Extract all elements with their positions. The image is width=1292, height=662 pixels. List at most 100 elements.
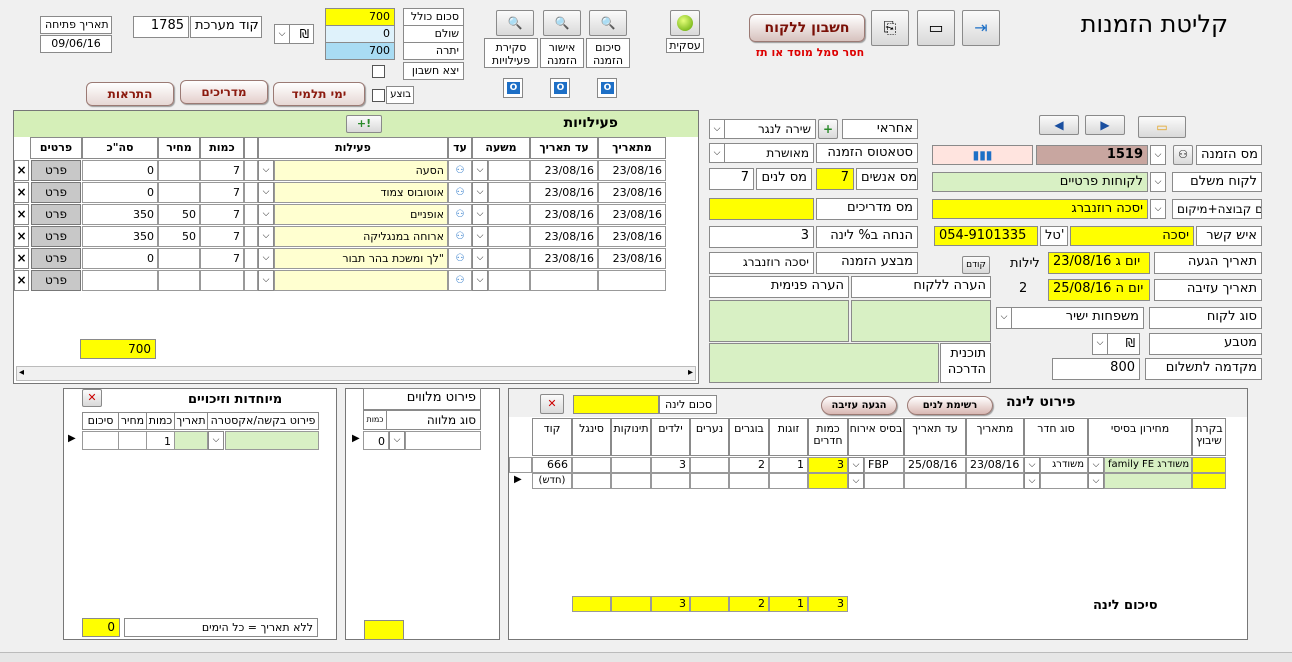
lodging-new-to-cell[interactable] <box>904 473 966 489</box>
details-button[interactable]: פרט <box>31 160 81 181</box>
sleepers-value[interactable]: 7 <box>709 168 754 190</box>
binoculars-icon[interactable]: ⚇ <box>1173 145 1193 165</box>
lodging-babies-cell[interactable] <box>611 457 651 473</box>
account-button[interactable]: חשבון ללקוח <box>749 14 865 42</box>
activity-qty[interactable]: 7 <box>200 248 244 269</box>
guide-plan-field[interactable] <box>709 343 939 383</box>
activity-name[interactable]: אופניים <box>274 204 448 225</box>
lodging-new-adults-cell[interactable] <box>729 473 769 489</box>
activity-to[interactable]: 23/08/16 <box>530 248 598 269</box>
chevron-down-icon[interactable]: ⌵ <box>848 457 864 473</box>
discount-value[interactable]: 3 <box>709 226 814 248</box>
activity-to[interactable]: 23/08/16 <box>530 160 598 181</box>
activity-price[interactable] <box>158 160 200 181</box>
companions-type-cell[interactable] <box>405 431 481 450</box>
lodging-new-room-cell[interactable] <box>1040 473 1088 489</box>
chevron-down-icon[interactable]: ⌵ <box>1150 199 1166 219</box>
chevron-down-icon[interactable]: ⌵ <box>258 204 274 225</box>
lodging-couples-cell[interactable]: 1 <box>769 457 808 473</box>
contacts-icon[interactable]: ▮▮▮ <box>932 145 1033 165</box>
activity-shift[interactable] <box>488 182 530 203</box>
extras-qty-cell[interactable]: 1 <box>146 431 175 450</box>
chevron-down-icon[interactable]: ⌵ <box>274 24 290 44</box>
internal-note-field[interactable] <box>709 300 849 342</box>
delete-row-icon[interactable]: × <box>14 270 29 291</box>
binoculars-icon[interactable]: ⚇ <box>448 182 472 203</box>
next-record-icon[interactable]: ▶ <box>1085 115 1125 135</box>
activity-name[interactable]: ארוחה במנגליקה <box>274 226 448 247</box>
chevron-down-icon[interactable]: ⌵ <box>848 473 864 489</box>
details-button[interactable]: פרט <box>31 226 81 247</box>
lodging-new-pricelist-cell[interactable] <box>1104 473 1192 489</box>
extras-price-cell[interactable] <box>118 431 147 450</box>
chevron-down-icon[interactable]: ⌵ <box>472 160 488 181</box>
lodging-teens-cell[interactable] <box>690 457 729 473</box>
horizontal-scrollbar[interactable]: ◂ ▸ <box>16 366 696 381</box>
chevron-down-icon[interactable]: ⌵ <box>1088 473 1104 489</box>
lodging-new-from-cell[interactable] <box>966 473 1024 489</box>
arrival-departure-button[interactable]: הגעה עזיבה <box>821 396 897 415</box>
binoculars-icon[interactable]: ⚇ <box>448 204 472 225</box>
chevron-down-icon[interactable]: ⌵ <box>258 270 274 291</box>
customer-note-field[interactable] <box>851 300 991 342</box>
activity-qty[interactable]: 7 <box>200 160 244 181</box>
lodging-new-babies-cell[interactable] <box>611 473 651 489</box>
activity-qty[interactable]: 7 <box>200 226 244 247</box>
activity-shift[interactable] <box>488 248 530 269</box>
companions-qty-cell[interactable]: 0 <box>363 431 389 450</box>
lodging-new-couples-cell[interactable] <box>769 473 808 489</box>
chevron-down-icon[interactable]: ⌵ <box>472 270 488 291</box>
activity-from[interactable]: 23/08/16 <box>598 182 666 203</box>
lodging-new-board-cell[interactable] <box>864 473 904 489</box>
activity-name[interactable]: הסעה <box>274 160 448 181</box>
activity-from[interactable]: 23/08/16 <box>598 248 666 269</box>
people-value[interactable]: 7 <box>816 168 854 190</box>
chevron-down-icon[interactable]: ⌵ <box>472 248 488 269</box>
delete-row-icon[interactable]: × <box>14 182 29 203</box>
order-summary-icon[interactable]: 🔍 <box>589 10 627 36</box>
exit-icon[interactable]: ⇥ <box>962 10 1000 46</box>
outlook-icon[interactable]: O <box>597 78 617 98</box>
details-button[interactable]: פרט <box>31 248 81 269</box>
activity-from[interactable] <box>598 270 666 291</box>
activities-review-label[interactable]: סקירת פעילויות <box>484 38 538 68</box>
extras-detail-cell[interactable] <box>225 431 319 450</box>
order-approve-icon[interactable]: 🔍 <box>543 10 581 36</box>
guides-count-value[interactable] <box>709 198 814 220</box>
activity-price[interactable] <box>158 270 200 291</box>
binoculars-icon[interactable]: ⚇ <box>448 160 472 181</box>
activity-from[interactable]: 23/08/16 <box>598 204 666 225</box>
lodging-to-cell[interactable]: 25/08/16 <box>904 457 966 473</box>
add-activity-icon[interactable]: +! <box>346 115 382 133</box>
lodging-code-cell[interactable]: 666 <box>532 457 572 473</box>
activity-name[interactable]: "לך ומשכת בהר תבור <box>274 248 448 269</box>
activities-review-icon[interactable]: 🔍 <box>496 10 534 36</box>
details-button[interactable]: פרט <box>31 182 81 203</box>
activity-price[interactable] <box>158 182 200 203</box>
chevron-down-icon[interactable]: ⌵ <box>472 182 488 203</box>
order-approve-label[interactable]: אישור הזמנה <box>540 38 584 68</box>
outlook-icon[interactable]: O <box>550 78 570 98</box>
activity-shift[interactable] <box>488 270 530 291</box>
delete-row-icon[interactable]: × <box>14 226 29 247</box>
binoculars-icon[interactable]: ⚇ <box>448 270 472 291</box>
lodging-new-signal-cell[interactable] <box>572 473 611 489</box>
lodging-new-kids-cell[interactable] <box>651 473 690 489</box>
activity-qty[interactable]: 7 <box>200 204 244 225</box>
order-summary-label[interactable]: סיכום הזמנה <box>586 38 630 68</box>
chevron-down-icon[interactable]: ⌵ <box>258 248 274 269</box>
folder-icon[interactable]: ▭ <box>1138 116 1186 138</box>
activity-to[interactable] <box>530 270 598 291</box>
extras-date-cell[interactable] <box>174 431 208 450</box>
prev-button[interactable]: קודם <box>962 256 990 274</box>
chevron-down-icon[interactable]: ⌵ <box>709 119 725 139</box>
chevron-down-icon[interactable]: ⌵ <box>1024 457 1040 473</box>
done-checkbox[interactable] <box>372 89 385 102</box>
chevron-down-icon[interactable]: ⌵ <box>258 226 274 247</box>
activity-qty[interactable]: 7 <box>200 182 244 203</box>
outlook-icon[interactable]: O <box>503 78 523 98</box>
phone-value[interactable]: 054-9101335 <box>934 226 1038 246</box>
lodging-signal-cell[interactable] <box>572 457 611 473</box>
chevron-down-icon[interactable]: ⌵ <box>389 431 405 450</box>
lodging-pricelist-cell[interactable]: family FE משודרג <box>1104 457 1192 473</box>
